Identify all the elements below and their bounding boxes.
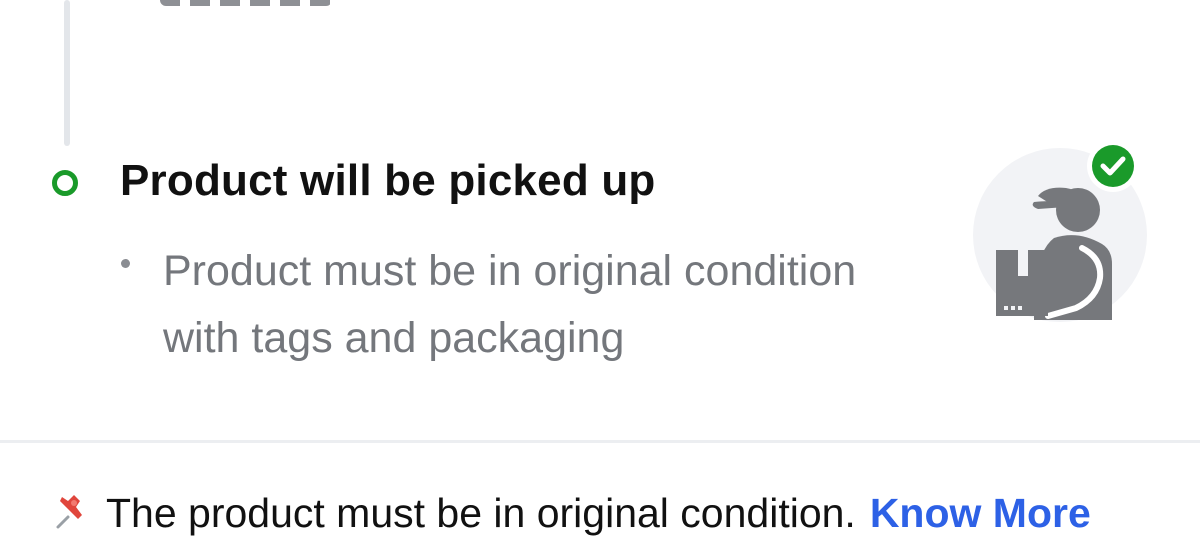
- check-circle-icon: [1092, 145, 1134, 187]
- timeline-connector: [64, 0, 70, 146]
- delivery-person-with-box-icon: [973, 140, 1147, 322]
- section-divider: [0, 440, 1200, 443]
- note-text: The product must be in original conditio…: [106, 490, 856, 536]
- pickup-illustration: [960, 138, 1160, 338]
- previous-step-text-cut-off: [160, 0, 332, 6]
- step-status-dot: [52, 170, 78, 196]
- step-bullet-text: Product must be in original condition wi…: [163, 247, 857, 362]
- know-more-link[interactable]: Know More: [870, 490, 1091, 536]
- pushpin-icon: [52, 493, 92, 533]
- note: The product must be in original conditio…: [106, 490, 1091, 537]
- step-title: Product will be picked up: [120, 156, 656, 205]
- bullet-dot: [121, 259, 130, 268]
